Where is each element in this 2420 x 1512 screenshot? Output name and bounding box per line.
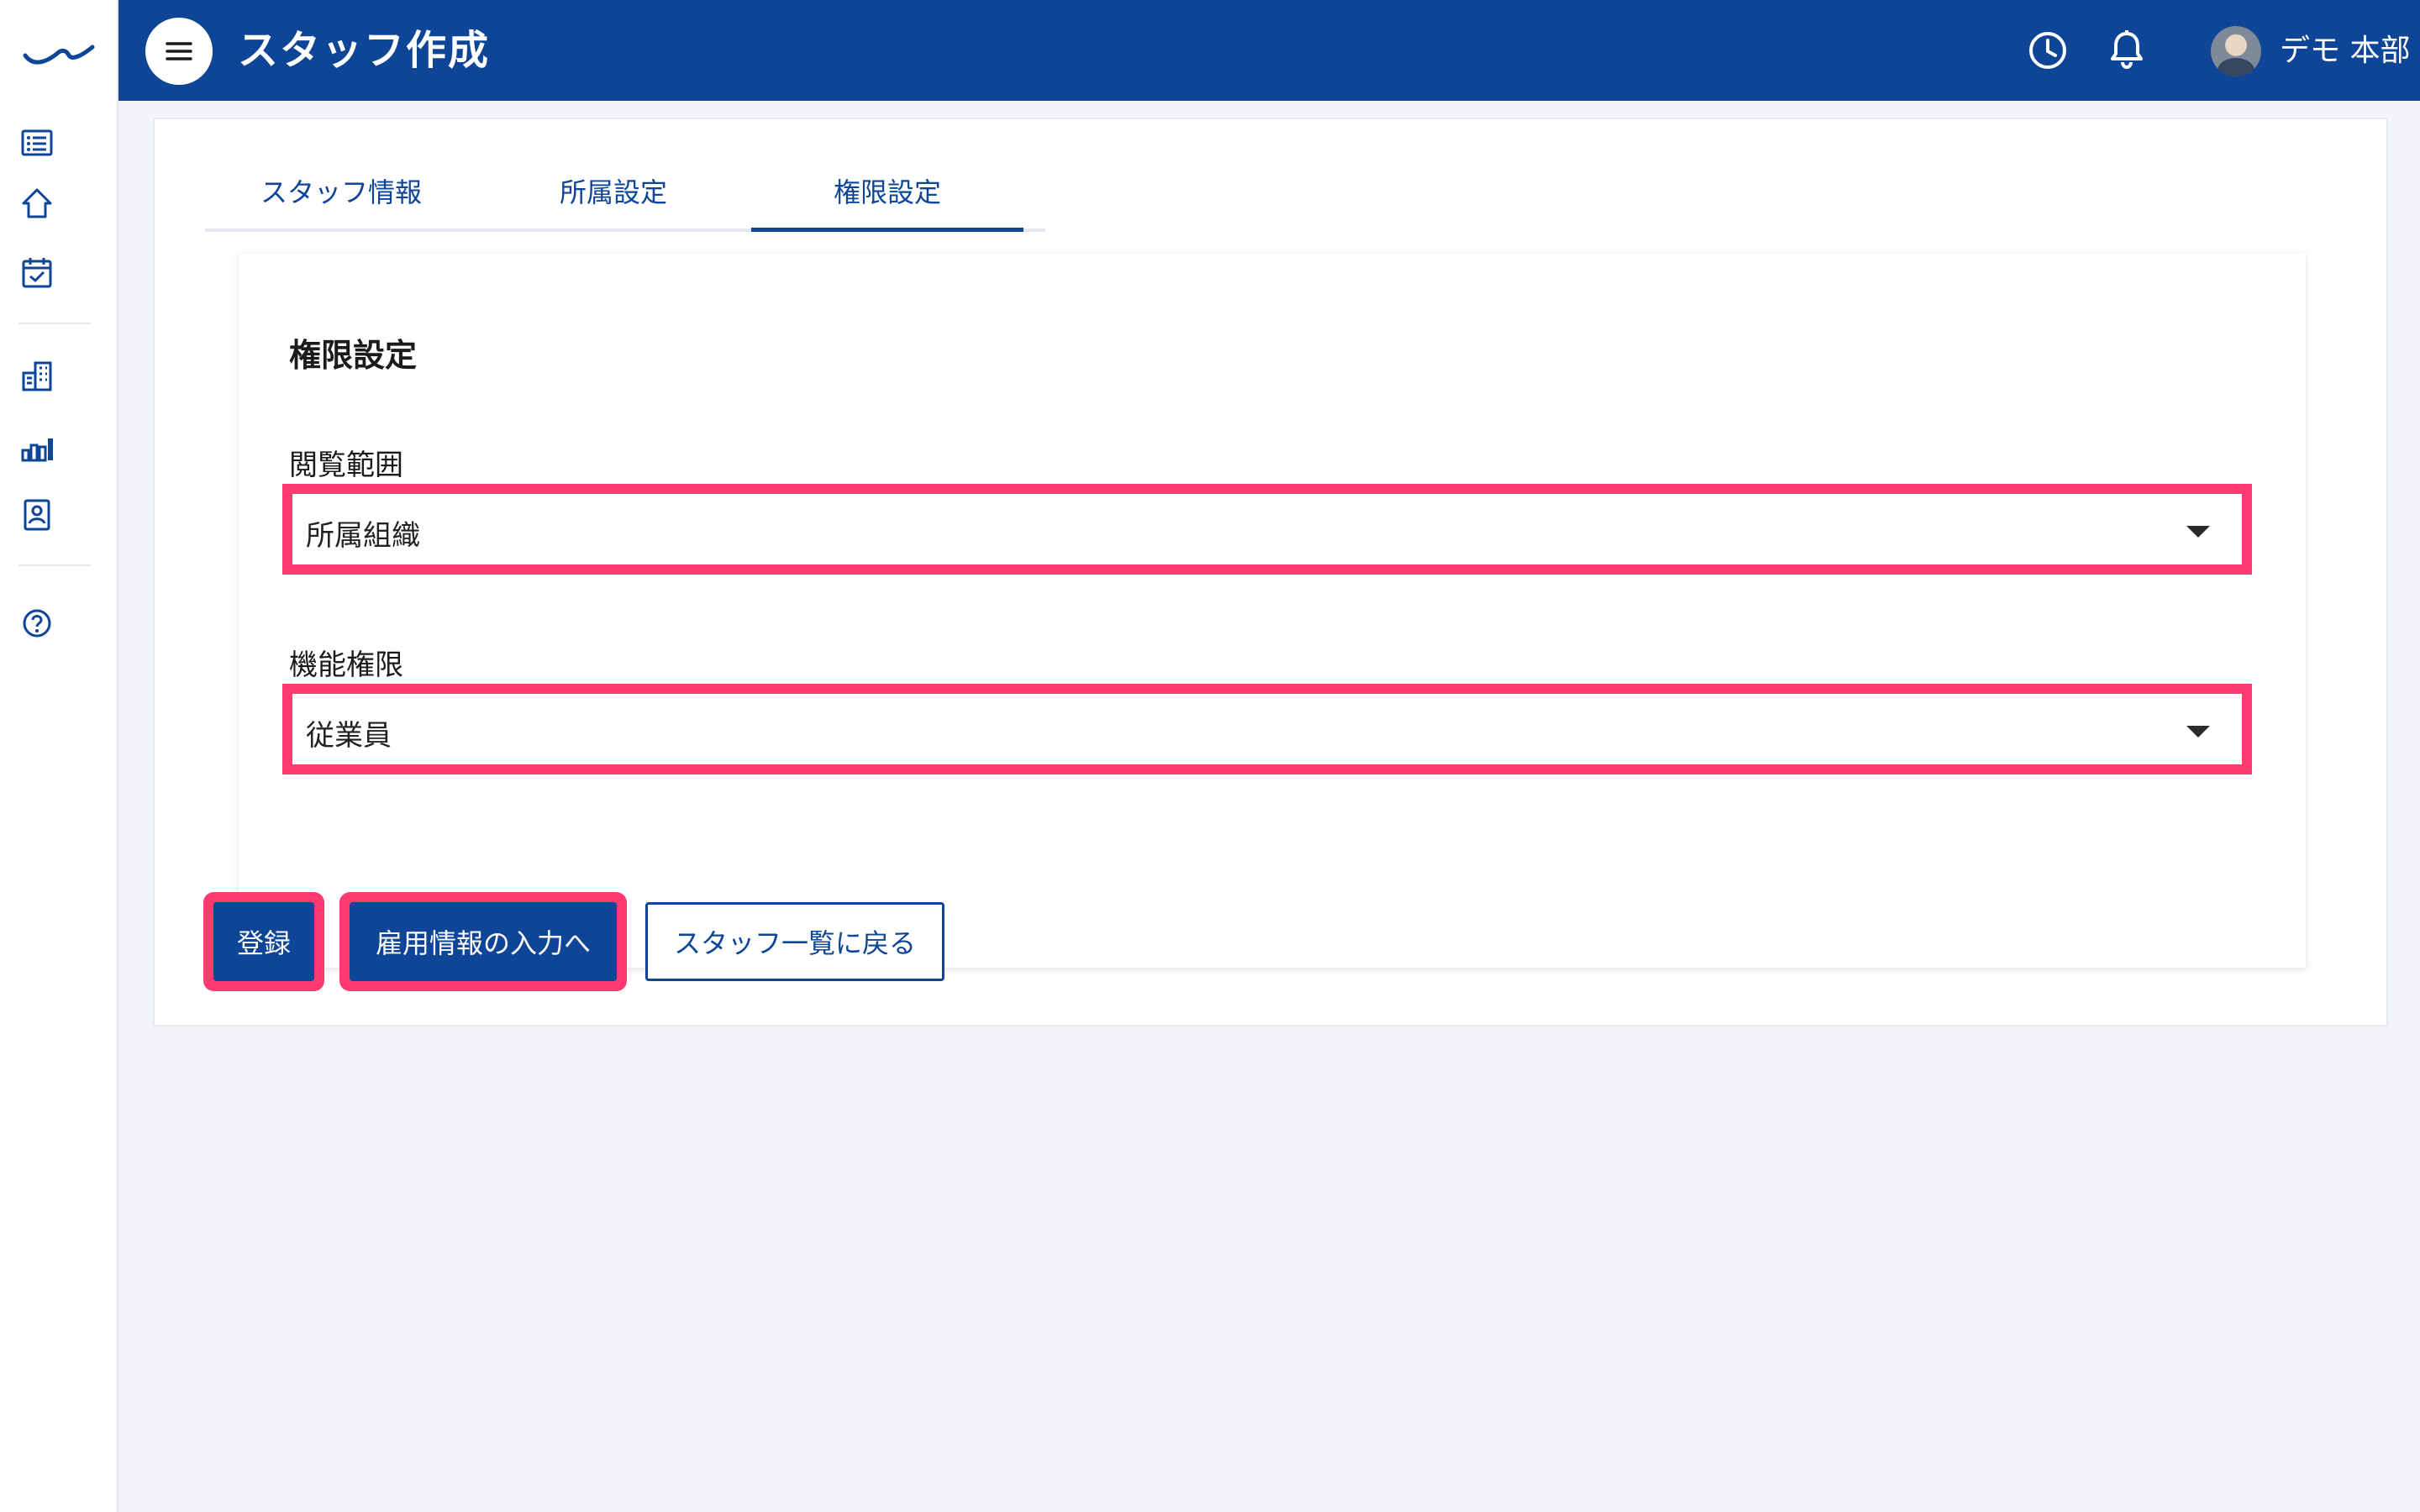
help-icon[interactable] — [18, 605, 57, 643]
permission-panel: 権限設定 閲覧範囲 所属組織 機能権限 従業員 — [239, 254, 2306, 968]
bar-chart-icon[interactable] — [18, 430, 57, 469]
sidebar-divider — [18, 323, 91, 324]
building-icon[interactable] — [18, 358, 57, 396]
tab-affiliation-settings[interactable]: 所属設定 — [477, 171, 750, 232]
sidebar-divider — [18, 564, 91, 566]
employment-info-button[interactable]: 雇用情報の入力へ — [350, 902, 617, 981]
view-scope-label: 閲覧範囲 — [289, 449, 403, 482]
top-bar: スタッフ作成 デモ 本部 — [118, 0, 2420, 101]
function-permission-select[interactable]: 従業員 — [292, 694, 2242, 764]
app-root: スタッフ作成 デモ 本部 スタッフ情報 所属設定 権限設定 権限設定 閲覧範囲 … — [0, 0, 2420, 1512]
menu-button[interactable] — [145, 18, 213, 85]
dropdown-arrow-icon — [2186, 726, 2210, 738]
register-button[interactable]: 登録 — [213, 902, 314, 981]
dropdown-arrow-icon — [2186, 526, 2210, 538]
bell-icon[interactable] — [2102, 25, 2152, 76]
view-scope-value: 所属組織 — [306, 519, 420, 553]
user-name[interactable]: デモ 本部 — [2280, 30, 2410, 72]
user-avatar[interactable] — [2211, 26, 2261, 76]
tab-bar: スタッフ情報 所属設定 権限設定 — [205, 119, 1230, 232]
section-title: 権限設定 — [289, 337, 418, 374]
back-to-staff-list-button[interactable]: スタッフ一覧に戻る — [645, 902, 944, 981]
clock-icon[interactable] — [2023, 25, 2073, 76]
function-permission-value: 従業員 — [306, 719, 392, 753]
page-title: スタッフ作成 — [238, 27, 491, 74]
hamburger-icon — [166, 42, 192, 60]
main-card: スタッフ情報 所属設定 権限設定 権限設定 閲覧範囲 所属組織 機能権限 従業員… — [153, 118, 2388, 1026]
function-permission-label: 機能権限 — [289, 648, 403, 682]
view-scope-select[interactable]: 所属組織 — [292, 494, 2242, 564]
tab-staff-info[interactable]: スタッフ情報 — [205, 171, 477, 232]
sidebar — [0, 0, 118, 1512]
list-icon[interactable] — [18, 124, 57, 163]
calendar-check-icon[interactable] — [18, 254, 57, 292]
tab-permission-settings[interactable]: 権限設定 — [751, 171, 1023, 232]
home-icon[interactable] — [18, 185, 57, 223]
id-card-icon[interactable] — [18, 496, 57, 534]
brand-logo — [23, 45, 95, 65]
